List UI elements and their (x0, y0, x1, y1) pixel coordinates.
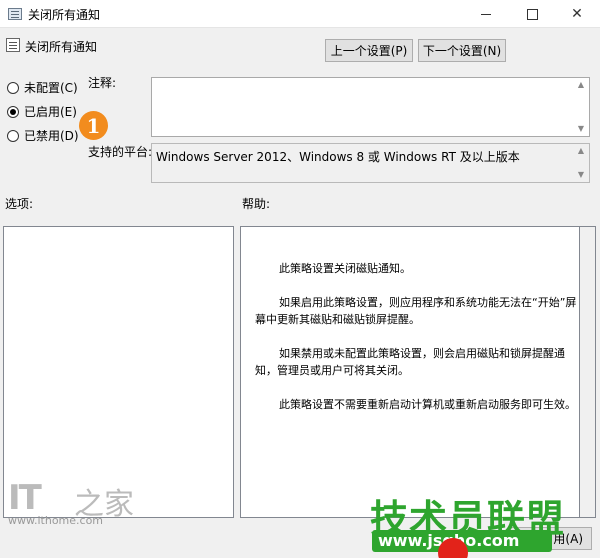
ithome-url: www.ithome.com (8, 514, 104, 527)
radio-circle-selected[interactable] (7, 105, 19, 118)
window-title: 关闭所有通知 (28, 8, 101, 22)
minimize-button[interactable] (463, 0, 509, 28)
radio-label: 已启用(E) (24, 105, 77, 119)
policy-setting-icon (6, 38, 20, 52)
step-number-badge: 1 (79, 111, 108, 140)
scroll-down-arrow-icon[interactable]: ▼ (576, 125, 586, 133)
radio-circle[interactable] (7, 129, 19, 142)
scroll-up-arrow-icon[interactable]: ▲ (576, 147, 586, 155)
radio-not-configured[interactable]: 未配置(C) (7, 79, 78, 96)
help-label: 帮助: (242, 197, 271, 211)
maximize-button[interactable] (509, 0, 555, 28)
title-bar: 关闭所有通知 ✕ (0, 0, 600, 28)
scroll-up-arrow-icon[interactable]: ▲ (576, 81, 586, 89)
help-text: 此策略设置关闭磁贴通知。 如果启用此策略设置，则应用程序和系统功能无法在“开始”… (255, 260, 577, 430)
supported-platform-value: Windows Server 2012、Windows 8 或 Windows … (156, 150, 520, 164)
options-pane (3, 226, 234, 518)
next-setting-button[interactable]: 下一个设置(N) (418, 39, 506, 62)
policy-window-icon (8, 8, 22, 20)
previous-setting-button[interactable]: 上一个设置(P) (325, 39, 413, 62)
ithome-logo: IT (8, 478, 42, 518)
policy-name: 关闭所有通知 (25, 40, 98, 54)
help-paragraph: 此策略设置关闭磁贴通知。 (279, 262, 411, 275)
help-paragraph: 此策略设置不需要重新启动计算机或重新启动服务即可生效。 (279, 398, 576, 411)
help-pane: 此策略设置关闭磁贴通知。 如果启用此策略设置，则应用程序和系统功能无法在“开始”… (240, 226, 580, 518)
supported-platform-label: 支持的平台: (88, 145, 153, 159)
radio-label: 已禁用(D) (24, 129, 79, 143)
supported-platform-box: Windows Server 2012、Windows 8 或 Windows … (151, 143, 590, 183)
comment-textbox[interactable]: ▲ ▼ (151, 77, 590, 137)
radio-enabled[interactable]: 已启用(E) (7, 103, 77, 120)
options-label: 选项: (5, 197, 34, 211)
radio-circle[interactable] (7, 81, 19, 94)
help-scrollbar[interactable] (580, 226, 596, 518)
scroll-down-arrow-icon[interactable]: ▼ (576, 171, 586, 179)
comment-label: 注释: (88, 76, 117, 90)
help-paragraph: 如果启用此策略设置，则应用程序和系统功能无法在“开始”屏幕中更新其磁贴和磁贴锁屏… (255, 296, 577, 326)
close-button[interactable]: ✕ (554, 0, 600, 28)
radio-label: 未配置(C) (24, 81, 78, 95)
radio-disabled[interactable]: 已禁用(D) (7, 127, 79, 144)
help-paragraph: 如果禁用或未配置此策略设置，则会启用磁贴和锁屏提醒通知，管理员或用户可将其关闭。 (255, 347, 565, 377)
